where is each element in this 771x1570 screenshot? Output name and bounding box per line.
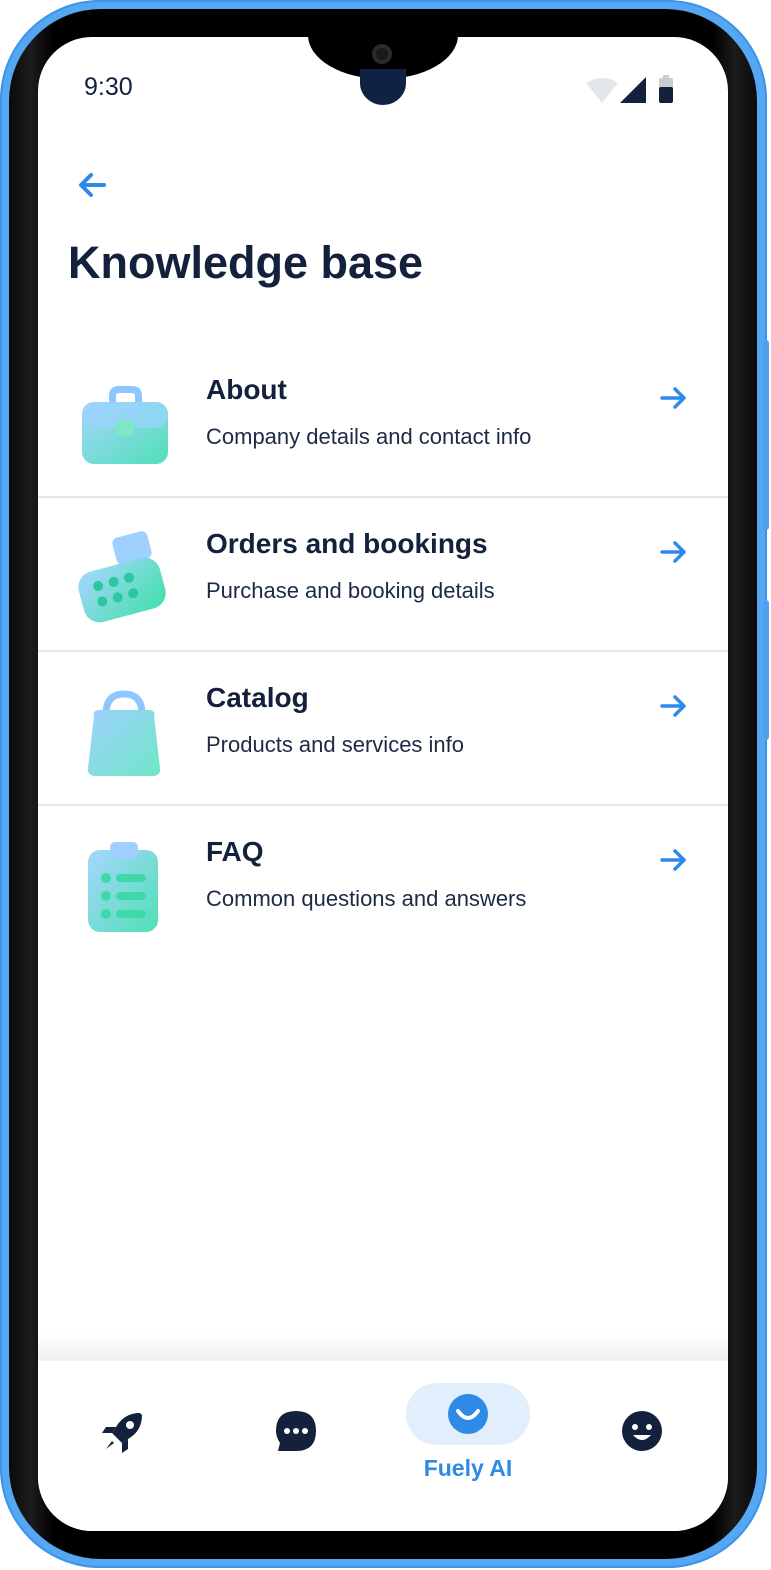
briefcase-icon (74, 376, 174, 476)
knowledge-list: About Company details and contact info O… (38, 344, 728, 958)
arrow-right-icon (658, 690, 690, 722)
item-title: About (206, 374, 287, 405)
item-subtitle: Products and services info (206, 732, 465, 757)
item-title: Orders and bookings (206, 528, 488, 559)
screen: 9:30 Knowledge base About Company detail… (38, 37, 728, 1531)
wifi-icon (586, 78, 618, 103)
item-title: FAQ (206, 836, 264, 867)
item-subtitle: Company details and contact info (206, 424, 532, 449)
arrow-right-icon (658, 382, 690, 414)
status-icons (584, 75, 684, 105)
arrow-left-icon (79, 173, 106, 197)
bottom-nav: Fuely AI (38, 1361, 728, 1531)
volume-button (763, 340, 769, 530)
arrow-right-icon (658, 844, 690, 876)
notch-sensor (360, 69, 406, 105)
arrow-right-icon (658, 536, 690, 568)
item-title: Catalog (206, 682, 309, 713)
back-button[interactable] (74, 167, 110, 203)
power-button (763, 600, 769, 740)
list-item-catalog[interactable]: Catalog Products and services info (38, 652, 728, 806)
rocket-icon (102, 1413, 142, 1453)
list-item-about[interactable]: About Company details and contact info (38, 344, 728, 498)
item-subtitle: Purchase and booking details (206, 578, 495, 603)
clipboard-list-icon (74, 838, 174, 938)
nav-label-fuely-ai[interactable]: Fuely AI (398, 1455, 538, 1482)
nav-item-profile[interactable] (612, 1401, 672, 1461)
cash-register-icon (74, 530, 174, 630)
chat-bubble-icon (276, 1411, 316, 1451)
nav-item-chats[interactable] (266, 1401, 326, 1461)
emoji-face-icon (622, 1411, 662, 1451)
list-item-orders[interactable]: Orders and bookings Purchase and booking… (38, 498, 728, 652)
list-item-faq[interactable]: FAQ Common questions and answers (38, 806, 728, 958)
smile-icon (448, 1394, 488, 1434)
front-camera (372, 44, 392, 64)
bottom-nav-shadow (38, 1333, 728, 1361)
battery-icon (659, 75, 673, 103)
nav-item-launch[interactable] (94, 1401, 154, 1461)
nav-item-fuely-ai[interactable] (406, 1383, 530, 1445)
shopping-bag-icon (74, 684, 174, 784)
item-subtitle: Common questions and answers (206, 886, 527, 911)
page-title: Knowledge base (68, 237, 424, 288)
status-time: 9:30 (84, 73, 133, 101)
signal-icon (620, 77, 646, 103)
